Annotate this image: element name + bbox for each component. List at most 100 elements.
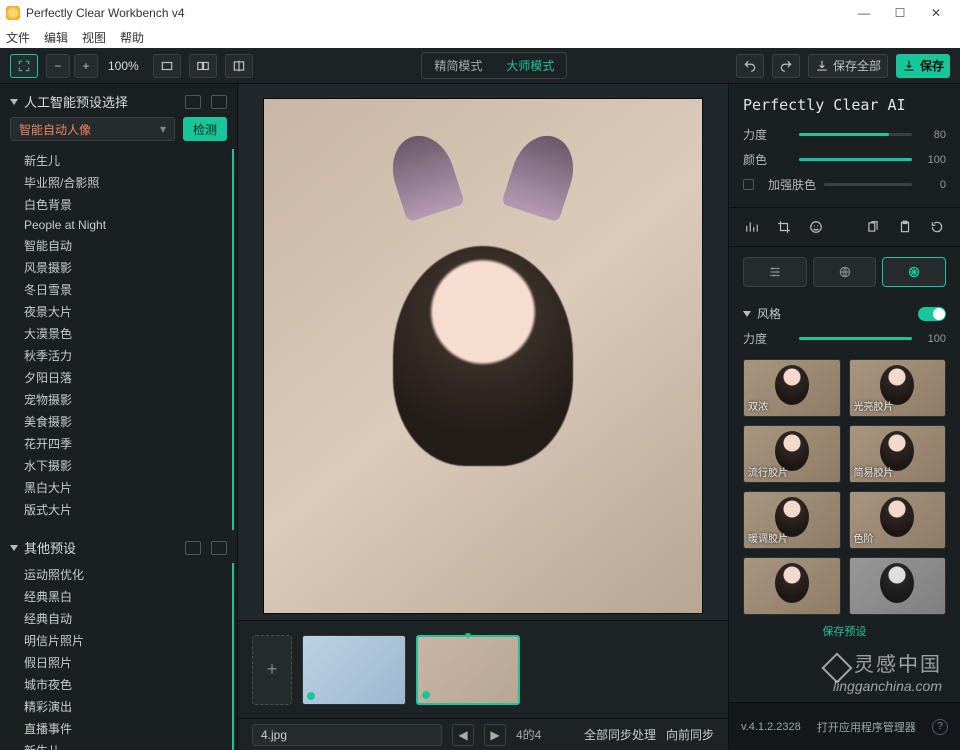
style-thumb[interactable]: 双浓 bbox=[743, 359, 841, 417]
preset-item[interactable]: 白色背景 bbox=[24, 193, 232, 215]
face-icon[interactable] bbox=[807, 218, 825, 236]
preset-item[interactable]: People at Night bbox=[24, 215, 232, 234]
preset-item[interactable]: 夜景大片 bbox=[24, 300, 232, 322]
prev-image-button[interactable]: ◀ bbox=[452, 724, 474, 746]
preset-item[interactable]: 冬日雪景 bbox=[24, 278, 232, 300]
thumbnail-1[interactable] bbox=[302, 635, 406, 705]
style-thumb[interactable]: 流行胶片 bbox=[743, 425, 841, 483]
tab-styles[interactable] bbox=[882, 257, 946, 287]
style-thumb[interactable]: 色阶 bbox=[849, 491, 947, 549]
preset-item[interactable]: 运动照优化 bbox=[24, 563, 232, 585]
slider-track[interactable] bbox=[824, 183, 912, 186]
preset-item[interactable]: 宠物摄影 bbox=[24, 388, 232, 410]
grid-view-icon[interactable] bbox=[185, 541, 201, 555]
window-maximize[interactable]: ☐ bbox=[882, 0, 918, 26]
preset-dropdown[interactable]: 智能自动人像 ▾ bbox=[10, 117, 175, 141]
preset-item[interactable]: 花开四季 bbox=[24, 432, 232, 454]
main-toolbar: − + 100% 精简模式 大师模式 保存全部 保存 bbox=[0, 48, 960, 84]
style-thumb[interactable]: 暖调胶片 bbox=[743, 491, 841, 549]
fit-screen-button[interactable] bbox=[10, 54, 38, 78]
preset-item[interactable]: 明信片照片 bbox=[24, 629, 232, 651]
preset-item[interactable]: 美食摄影 bbox=[24, 410, 232, 432]
image-preview[interactable] bbox=[238, 84, 728, 620]
filename-field[interactable]: 4.jpg bbox=[252, 724, 442, 746]
reset-icon[interactable] bbox=[928, 218, 946, 236]
list-view-icon[interactable] bbox=[211, 541, 227, 555]
undo-button[interactable] bbox=[736, 54, 764, 78]
manager-link[interactable]: 打开应用程序管理器 bbox=[817, 719, 916, 735]
style-caption: 简易胶片 bbox=[854, 464, 894, 479]
preset-item[interactable]: 新生儿 bbox=[24, 739, 232, 750]
preset-item[interactable]: 毕业照/合影照 bbox=[24, 171, 232, 193]
histogram-icon[interactable] bbox=[743, 218, 761, 236]
style-thumb[interactable]: 简易胶片 bbox=[849, 425, 947, 483]
menu-edit[interactable]: 编辑 bbox=[44, 29, 68, 46]
style-strength-slider[interactable] bbox=[799, 337, 912, 340]
slider-track[interactable] bbox=[799, 158, 912, 161]
zoom-in-button[interactable]: + bbox=[74, 54, 98, 78]
slider-value: 100 bbox=[920, 154, 946, 166]
preset-item[interactable]: 经典黑白 bbox=[24, 585, 232, 607]
menu-help[interactable]: 帮助 bbox=[120, 29, 144, 46]
preset-item[interactable]: 大漠景色 bbox=[24, 322, 232, 344]
view-split-button[interactable] bbox=[189, 54, 217, 78]
mode-master[interactable]: 大师模式 bbox=[494, 53, 566, 78]
save-all-button[interactable]: 保存全部 bbox=[808, 54, 888, 78]
tab-adjust[interactable] bbox=[743, 257, 807, 287]
preset-item[interactable]: 水下摄影 bbox=[24, 454, 232, 476]
right-panel: Perfectly Clear AI 力度80颜色100加强肤色0 风格 bbox=[728, 84, 960, 750]
next-image-button[interactable]: ▶ bbox=[484, 724, 506, 746]
preset-item[interactable]: 版式大片 bbox=[24, 498, 232, 520]
preset-item[interactable]: 城市夜色 bbox=[24, 673, 232, 695]
save-preset-link[interactable]: 保存预设 bbox=[729, 623, 960, 691]
menu-file[interactable]: 文件 bbox=[6, 29, 30, 46]
preset-item[interactable]: 黑白大片 bbox=[24, 476, 232, 498]
tab-globe[interactable] bbox=[813, 257, 877, 287]
view-single-button[interactable] bbox=[153, 54, 181, 78]
crop-icon[interactable] bbox=[775, 218, 793, 236]
preset-item[interactable]: 秋季活力 bbox=[24, 344, 232, 366]
style-thumb[interactable] bbox=[849, 557, 947, 615]
preset-item[interactable]: 假日照片 bbox=[24, 651, 232, 673]
ai-preset-list: 新生儿毕业照/合影照白色背景People at Night智能自动风景摄影冬日雪… bbox=[0, 149, 234, 530]
selected-marker-icon: ▼ bbox=[418, 631, 518, 642]
list-view-icon[interactable] bbox=[211, 95, 227, 109]
window-minimize[interactable]: — bbox=[846, 0, 882, 26]
paste-icon[interactable] bbox=[896, 218, 914, 236]
view-compare-button[interactable] bbox=[225, 54, 253, 78]
slider-track[interactable] bbox=[799, 133, 912, 136]
sync-all-button[interactable]: 全部同步处理 bbox=[584, 726, 656, 743]
preset-item[interactable]: 精彩演出 bbox=[24, 695, 232, 717]
zoom-out-button[interactable]: − bbox=[46, 54, 70, 78]
preset-item[interactable]: 智能自动 bbox=[24, 234, 232, 256]
checkbox[interactable] bbox=[743, 179, 754, 190]
preset-item[interactable]: 直播事件 bbox=[24, 717, 232, 739]
help-icon[interactable]: ? bbox=[932, 719, 948, 735]
style-thumb[interactable] bbox=[743, 557, 841, 615]
section-other-presets-header[interactable]: 其他预设 bbox=[0, 530, 237, 563]
style-toggle[interactable] bbox=[918, 307, 946, 321]
thumbnail-2-selected[interactable]: ▼ bbox=[416, 635, 520, 705]
other-preset-list: 运动照优化经典黑白经典自动明信片照片假日照片城市夜色精彩演出直播事件新生儿噪点抑… bbox=[0, 563, 234, 750]
save-button[interactable]: 保存 bbox=[896, 54, 950, 78]
right-panel-footer: v.4.1.2.2328 打开应用程序管理器 ? bbox=[729, 702, 960, 750]
grid-view-icon[interactable] bbox=[185, 95, 201, 109]
zoom-value: 100% bbox=[102, 59, 145, 73]
sync-forward-button[interactable]: 向前同步 bbox=[666, 726, 714, 743]
style-caption: 色阶 bbox=[854, 530, 874, 545]
preset-item[interactable]: 风景摄影 bbox=[24, 256, 232, 278]
menu-view[interactable]: 视图 bbox=[82, 29, 106, 46]
slider-label: 颜色 bbox=[743, 151, 791, 168]
preset-item[interactable]: 新生儿 bbox=[24, 149, 232, 171]
detect-button[interactable]: 检测 bbox=[183, 117, 227, 141]
style-thumb[interactable]: 光亮胶片 bbox=[849, 359, 947, 417]
preset-item[interactable]: 经典自动 bbox=[24, 607, 232, 629]
copy-icon[interactable] bbox=[864, 218, 882, 236]
redo-button[interactable] bbox=[772, 54, 800, 78]
preset-item[interactable]: 夕阳日落 bbox=[24, 366, 232, 388]
slider-value: 80 bbox=[920, 129, 946, 141]
section-ai-presets-header[interactable]: 人工智能预设选择 bbox=[0, 84, 237, 117]
window-close[interactable]: ✕ bbox=[918, 0, 954, 26]
mode-simple[interactable]: 精简模式 bbox=[422, 53, 494, 78]
add-image-button[interactable]: + bbox=[252, 635, 292, 705]
